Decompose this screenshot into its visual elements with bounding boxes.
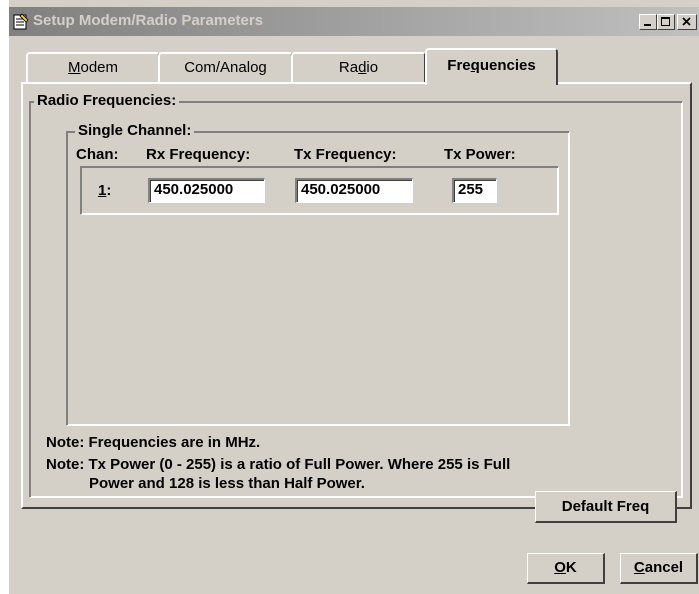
ok-mnemonic: O bbox=[554, 559, 566, 576]
note-tx-power-line2: Power and 128 is less than Half Power. bbox=[89, 475, 365, 492]
tab-label: io bbox=[366, 59, 379, 76]
tab-modem[interactable]: Modem bbox=[26, 52, 160, 82]
close-icon bbox=[682, 17, 691, 26]
chan-header: Chan: bbox=[76, 146, 119, 163]
tab-com-analog[interactable]: Com/Analog bbox=[158, 52, 293, 82]
tab-label-mnemonic: g bbox=[258, 59, 267, 76]
channel-number-label: 1: bbox=[98, 182, 111, 199]
tx-frequency-header: Tx Frequency: bbox=[294, 146, 397, 163]
note-frequency-units: Note: Frequencies are in MHz. bbox=[46, 434, 261, 451]
note-tx-power-line1: Note: Tx Power (0 - 255) is a ratio of F… bbox=[46, 456, 511, 473]
tab-label-mnemonic: q bbox=[470, 57, 480, 74]
tab-label: uencies bbox=[479, 57, 536, 74]
tab-label: Com/Analo bbox=[184, 59, 259, 76]
cancel-button[interactable]: Cancel bbox=[620, 553, 698, 584]
maximize-icon bbox=[661, 17, 670, 26]
window-title: Setup Modem/Radio Parameters bbox=[33, 12, 264, 29]
default-freq-button[interactable]: Default Freq bbox=[535, 491, 677, 523]
radio-frequencies-legend: Radio Frequencies: bbox=[34, 92, 180, 109]
tx-frequency-field[interactable]: 450.025000 bbox=[295, 178, 413, 203]
close-button[interactable] bbox=[677, 14, 697, 30]
tab-label: Ra bbox=[338, 59, 359, 76]
tab-label-mnemonic: M bbox=[67, 59, 81, 76]
tx-power-header: Tx Power: bbox=[444, 146, 516, 163]
ok-button[interactable]: OK bbox=[527, 553, 605, 584]
cancel-mnemonic: C bbox=[633, 559, 645, 576]
minimize-button[interactable] bbox=[639, 14, 657, 30]
cancel-label: ancel bbox=[644, 559, 684, 576]
tab-frequencies[interactable]: Frequencies bbox=[425, 48, 558, 85]
minimize-icon bbox=[644, 24, 651, 26]
tab-label: Fre bbox=[447, 57, 471, 74]
ok-label: K bbox=[565, 559, 577, 576]
title-bar[interactable]: Setup Modem/Radio Parameters bbox=[9, 7, 699, 36]
dialog-window: Setup Modem/Radio Parameters Modem Com/A… bbox=[9, 0, 699, 594]
rx-frequency-header: Rx Frequency: bbox=[146, 146, 251, 163]
single-channel-legend: Single Channel: bbox=[75, 122, 195, 139]
channel-colon: : bbox=[106, 182, 112, 199]
tx-power-field[interactable]: 255 bbox=[452, 178, 497, 203]
tab-label: odem bbox=[80, 59, 119, 76]
notepad-icon bbox=[13, 13, 29, 30]
maximize-button[interactable] bbox=[657, 14, 675, 30]
tab-radio[interactable]: Radio bbox=[291, 52, 426, 82]
rx-frequency-field[interactable]: 450.025000 bbox=[148, 178, 265, 203]
